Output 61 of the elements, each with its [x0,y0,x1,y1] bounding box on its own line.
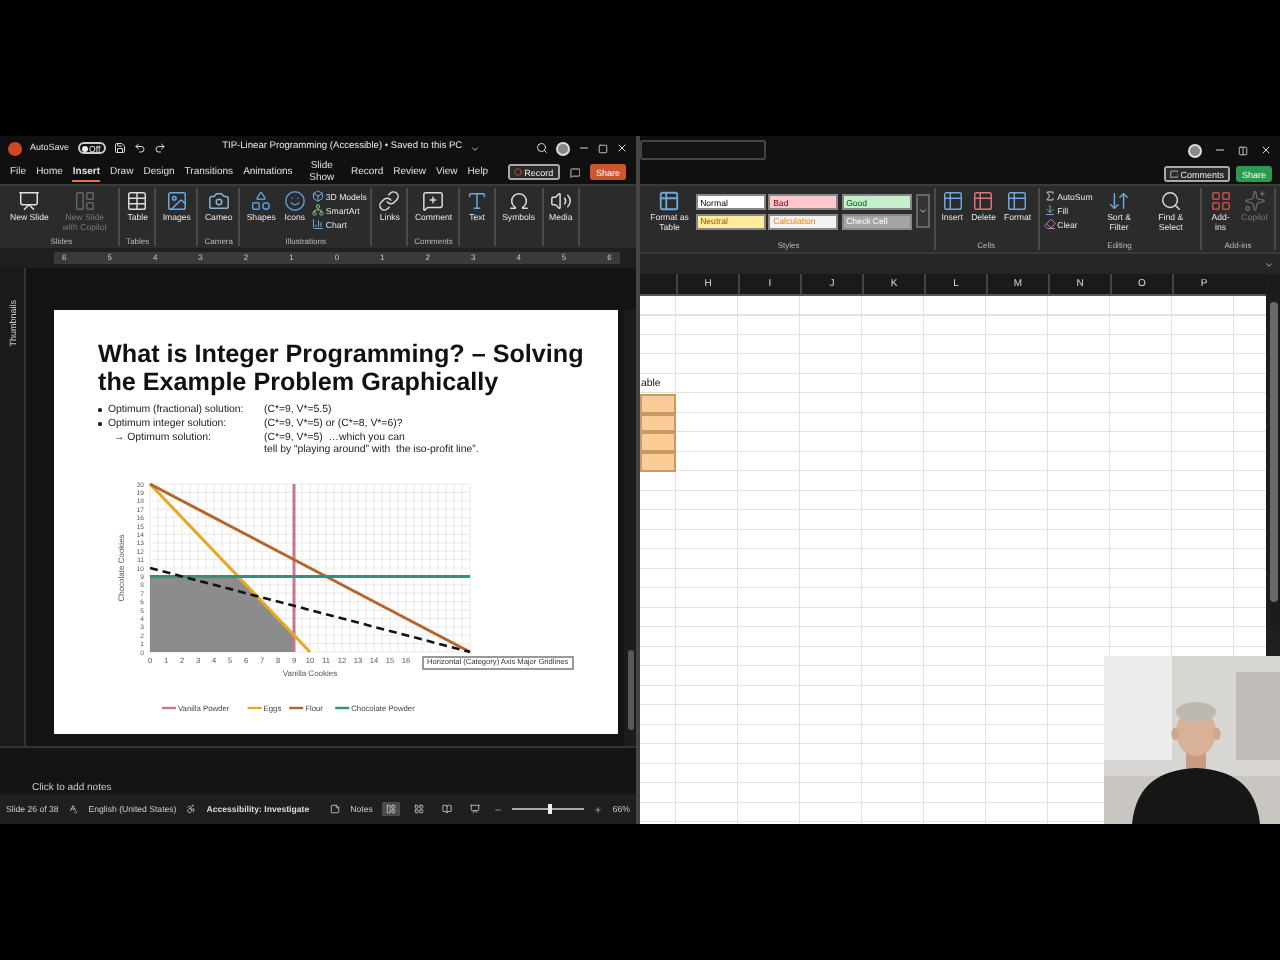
search-icon [1159,190,1182,212]
grid-icon [414,804,425,814]
camera-icon [207,190,230,212]
image-icon [165,190,188,212]
bar-chart-icon [311,218,324,230]
view-button[interactable] [382,802,401,816]
smiley-icon [283,190,306,212]
grid-icon [1209,190,1232,212]
accessibility-icon [186,804,197,814]
minimize-icon[interactable] [578,142,590,154]
sparkle-icon [1243,190,1266,212]
slide-layout-icon [73,190,96,212]
view-button[interactable] [438,802,457,816]
redo-icon[interactable] [154,142,167,154]
comment-icon [1169,169,1179,179]
cube-icon [311,190,324,202]
caret-icon[interactable] [470,143,481,153]
sigma-icon [1043,190,1056,202]
expand-icon[interactable] [1264,259,1274,269]
shapes-icon [250,190,273,212]
link-icon [378,190,401,212]
restore-icon[interactable] [1238,145,1248,155]
omega-icon [507,190,530,212]
presentation-icon [470,804,481,814]
comment-icon[interactable] [569,165,580,179]
down-arrow-icon [1043,204,1056,216]
close-icon[interactable] [616,142,628,154]
table-icon [126,190,149,212]
search-field[interactable] [640,140,766,160]
spell-check-icon[interactable] [68,804,79,814]
normal-view-icon [386,804,397,814]
table-icon [972,190,995,212]
comment-icon [422,190,445,212]
diagram-icon [311,204,324,216]
gallery-more-button[interactable] [915,194,930,228]
search-icon[interactable] [536,142,548,154]
slide-icon [18,190,41,212]
avatar[interactable] [1188,143,1202,157]
book-icon [442,804,453,814]
speaker-icon [549,190,572,212]
maximize-icon[interactable] [598,143,608,153]
app-icon [8,141,22,155]
zoom-in-icon[interactable] [594,805,603,813]
caret-icon [917,206,928,216]
slide-title: What is Integer Programming? – Solving the Example Problem Graphically [98,340,586,396]
close-icon[interactable] [1260,144,1272,156]
notes-icon [330,804,341,814]
scrollbar[interactable] [624,310,636,746]
minimize-icon[interactable] [1214,144,1226,156]
view-button[interactable] [466,802,485,816]
table-icon [941,190,964,212]
undo-icon[interactable] [134,142,147,154]
eraser-icon [1043,218,1056,230]
view-button[interactable] [410,802,429,816]
table-icon [658,190,681,212]
table-icon [1006,190,1029,212]
avatar[interactable] [556,141,570,155]
save-icon[interactable] [114,142,127,154]
sort-icon [1108,190,1131,212]
record-icon [514,168,523,176]
text-icon [466,190,489,212]
